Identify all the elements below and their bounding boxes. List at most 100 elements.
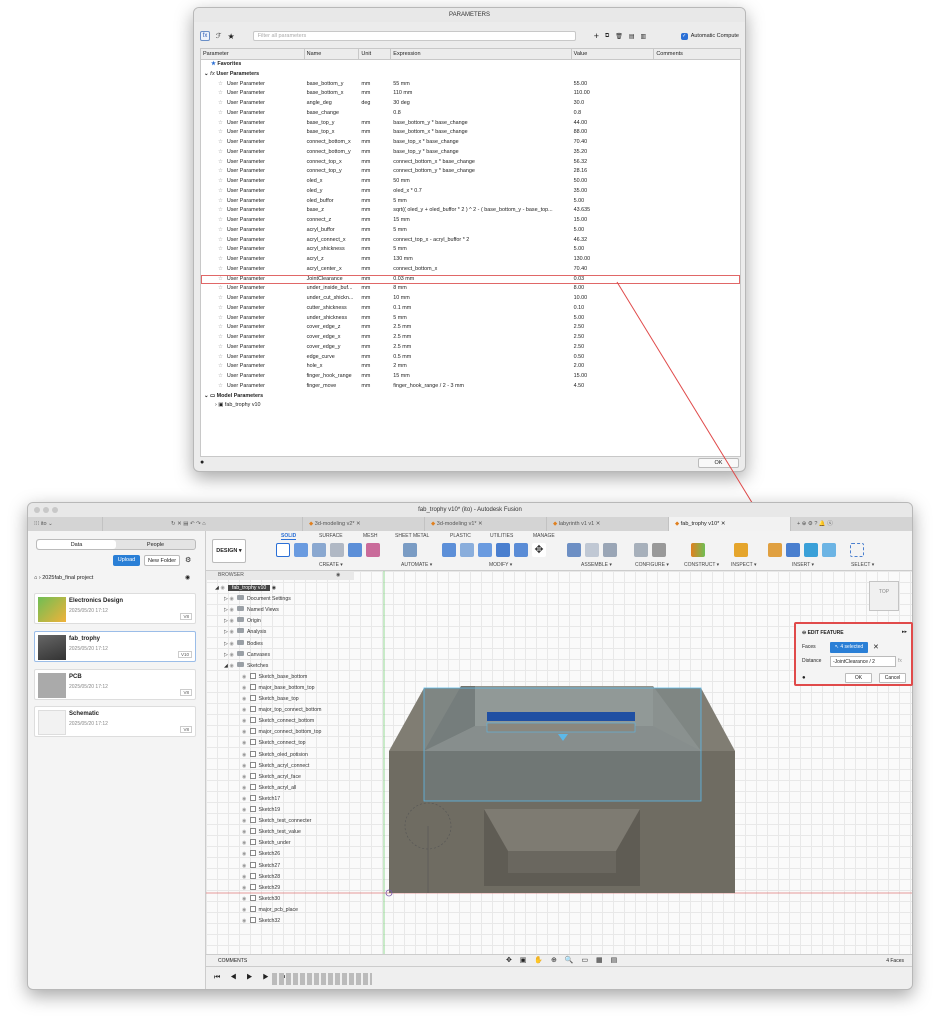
revolve-icon[interactable] [312,543,326,557]
ok-button[interactable]: OK [845,673,872,683]
tab-sheet-metal[interactable]: SHEET METAL [395,533,429,539]
browser-node[interactable]: ▷ ◉ Origin [224,616,261,627]
assemble-icon[interactable] [603,543,617,557]
tab-doc-3[interactable]: ◆ labyrinth v1 v1 ✕ [547,517,669,531]
sketch-item[interactable]: ◉ Sketch_under [242,838,291,849]
move-icon[interactable]: ✥ [532,543,546,557]
select-icon[interactable] [850,543,864,557]
eye-icon[interactable]: ◉ [229,629,234,635]
eye-icon[interactable]: ◉ [242,796,247,802]
eye-icon[interactable]: ◉ [242,863,247,869]
eye-icon[interactable]: ◉ [242,785,247,791]
sketch-item[interactable]: ◉ Sketch_test_value [242,827,301,838]
fx-icon[interactable]: fx [898,658,902,664]
project-breadcrumb[interactable]: ⌂ › 2025fab_final project [34,575,93,581]
eye-icon[interactable]: ◉ [220,585,225,591]
sketch-item[interactable]: ◉ Sketch30 [242,894,280,905]
as-built-joint-icon[interactable] [585,543,599,557]
tab-surface[interactable]: SURFACE [319,533,343,539]
sketch-item[interactable]: ◉ Sketch_base_bottom [242,672,307,683]
top-right-icons[interactable]: + ⊕ ⚙ ? 🔔 ⓢ [791,517,912,531]
automate-icon[interactable] [403,543,417,557]
hole-icon[interactable] [330,543,344,557]
extrude-icon[interactable] [294,543,308,557]
version-badge[interactable]: V8 [180,689,192,696]
expand-icon[interactable]: ▸▸ [902,629,907,635]
browser-node[interactable]: ▷ ◉ Analysis [224,627,266,638]
workspace-dropdown[interactable]: DESIGN ▾ [212,539,246,563]
eye-icon[interactable]: ◉ [229,607,234,613]
save-icon[interactable]: ▤ [183,521,188,527]
toolbar-icons[interactable]: ↻ ✕ ▤ ↶ ↷ ⌂ [103,517,303,531]
group-automate[interactable]: AUTOMATE ▾ [401,562,432,568]
sketch-item[interactable]: ◉ Sketch_oled_potision [242,750,308,761]
eye-icon[interactable]: ◉ [242,718,247,724]
create-sketch-icon[interactable] [276,543,290,557]
sketch-item[interactable]: ◉ Sketch_acryl_all [242,783,296,794]
file-card[interactable]: PCB 2025/05/20 17:12 V8 [34,669,196,700]
sketch-item[interactable]: ◉ major_base_bottom_top [242,683,314,694]
sketch-item[interactable]: ◉ Sketch17 [242,794,280,805]
people-icon[interactable]: ◉ [185,574,190,581]
pin-icon[interactable]: ◉ [336,571,340,580]
mirror-icon[interactable] [366,543,380,557]
group-assemble[interactable]: ASSEMBLE ▾ [581,562,612,568]
refresh-icon[interactable]: ↻ [171,521,176,527]
undo-icon[interactable]: ↶ [190,521,195,527]
eye-icon[interactable]: ◉ [242,807,247,813]
group-configure[interactable]: CONFIGURE ▾ [635,562,669,568]
upload-button[interactable]: Upload [113,555,140,566]
window-controls[interactable] [34,507,58,513]
insert-icon[interactable] [768,543,782,557]
user-menu[interactable]: ⁝⁝⁝ ito ⌄ [28,517,103,531]
press-pull-icon[interactable] [442,543,456,557]
eye-icon[interactable]: ◉ [242,774,247,780]
sketch-item[interactable]: ◉ Sketch26 [242,849,280,860]
sketch-item[interactable]: ◉ major_pcb_place [242,905,298,916]
sketch-item[interactable]: ◉ Sketch28 [242,872,280,883]
version-badge[interactable]: V10 [177,651,192,658]
clear-selection-icon[interactable]: ✕ [873,643,879,651]
eye-icon[interactable]: ◉ [242,763,247,769]
eye-icon[interactable]: ◉ [242,752,247,758]
sketch-item[interactable]: ◉ Sketch_base_top [242,694,299,705]
browser-node[interactable]: ▷ ◉ Canvases [224,650,270,661]
joint-icon[interactable] [567,543,581,557]
gear-icon[interactable]: ⚙ [185,556,191,564]
tab-doc-4[interactable]: ◆ fab_trophy v10* ✕ [669,517,791,531]
browser-node[interactable]: ◢ ◉ Sketches [224,661,268,672]
people-tab[interactable]: People [116,540,195,549]
version-badge[interactable]: V8 [180,726,192,733]
tab-doc-2[interactable]: ◆ 3d-modeling v1* ✕ [425,517,547,531]
eye-icon[interactable]: ◉ [242,885,247,891]
canvas-icon[interactable] [804,543,818,557]
eye-icon[interactable]: ◉ [242,674,247,680]
eye-icon[interactable]: ◉ [242,896,247,902]
file-card[interactable]: fab_trophy 2025/05/20 17:12 V10 [34,631,196,662]
eye-icon[interactable]: ◉ [242,696,247,702]
info-icon[interactable]: ● [802,675,806,681]
faces-selection[interactable]: ↖ 4 selected [830,642,868,653]
eye-icon[interactable]: ◉ [242,907,247,913]
chamfer-icon[interactable] [478,543,492,557]
file-card[interactable]: Electronics Design 2025/05/20 17:12 V8 [34,593,196,624]
plane-icon[interactable] [691,543,705,557]
eye-icon[interactable]: ◉ [242,918,247,924]
group-inspect[interactable]: INSPECT ▾ [731,562,757,568]
measure-icon[interactable] [734,543,748,557]
sketch-item[interactable]: ◉ Sketch_acryl_connect [242,761,309,772]
file-card[interactable]: Schematic 2025/05/20 17:12 V8 [34,706,196,737]
eye-icon[interactable]: ◉ [242,851,247,857]
sketch-item[interactable]: ◉ Sketch32 [242,916,280,927]
eye-icon[interactable]: ◉ [229,596,234,602]
eye-icon[interactable]: ◉ [242,707,247,713]
decal-icon[interactable] [786,543,800,557]
sketch-item[interactable]: ◉ major_top_connect_bottom [242,705,321,716]
tab-plastic[interactable]: PLASTIC [450,533,471,539]
sketch-item[interactable]: ◉ Sketch29 [242,883,280,894]
eye-icon[interactable]: ◉ [229,618,234,624]
table-icon[interactable] [652,543,666,557]
comments-label[interactable]: COMMENTS [218,958,247,964]
sketch-item[interactable]: ◉ Sketch_connect_bottom [242,716,314,727]
tab-doc-1[interactable]: ◆ 3d-modeling v2* ✕ [303,517,425,531]
